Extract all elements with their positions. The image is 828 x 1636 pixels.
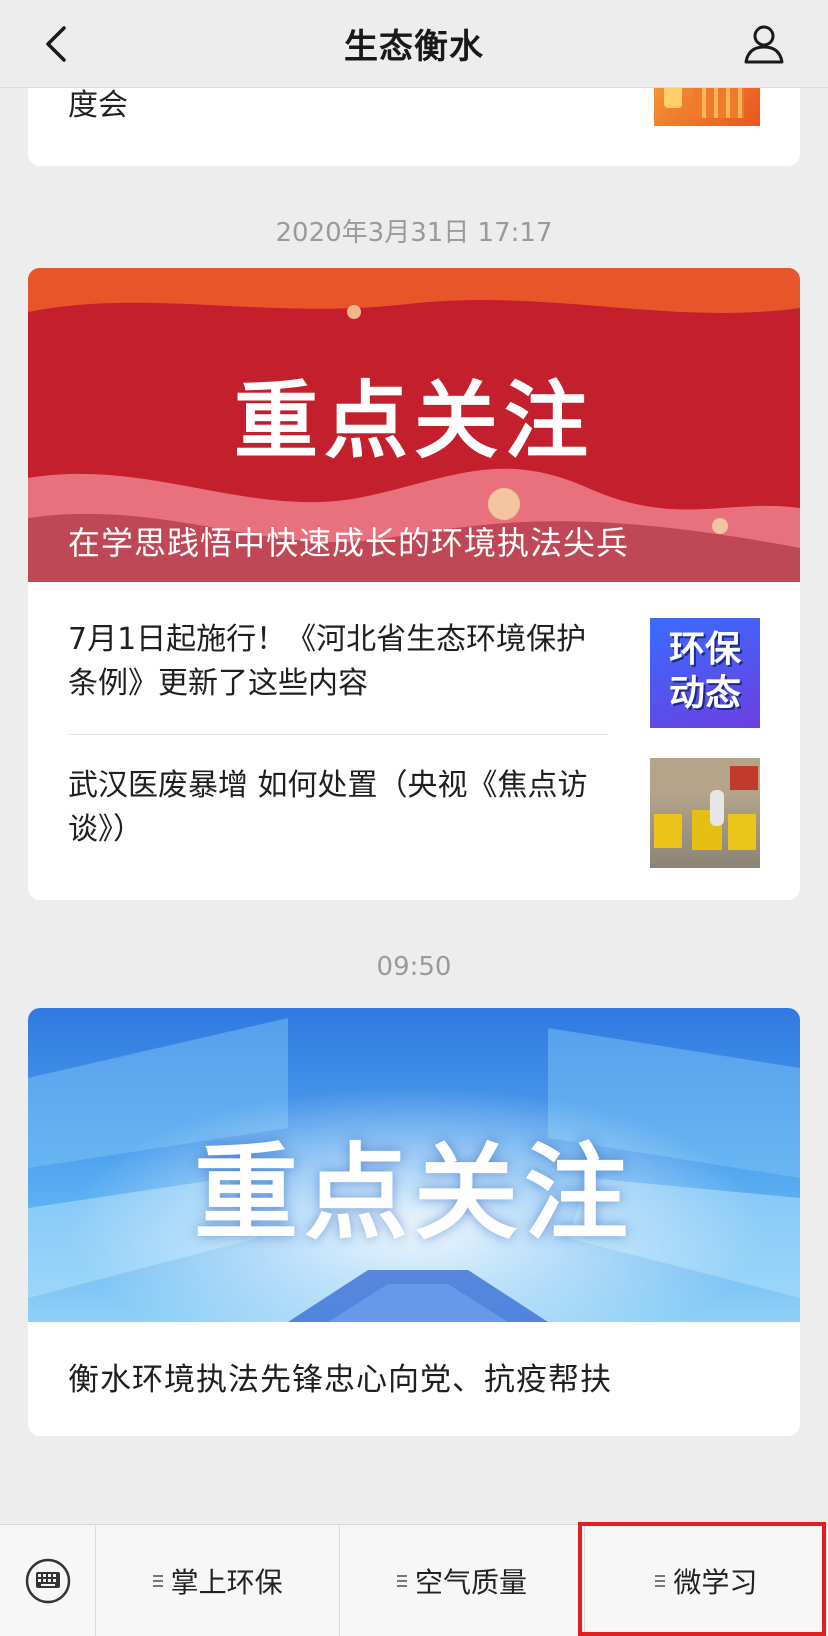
cover-article[interactable]: 重点关注 在学思践悟中快速成长的环境执法尖兵: [28, 268, 800, 582]
list-item-thumbnail: 环保 动态: [650, 618, 760, 728]
keyboard-toggle-icon[interactable]: [0, 1525, 96, 1636]
article-title: 衡水环境执法先锋忠心向党、抗疫帮扶: [68, 1362, 612, 1398]
top-nav-bar: 生态衡水: [0, 0, 828, 88]
divider: [68, 734, 608, 735]
article-group-card[interactable]: 重点关注 衡水环境执法先锋忠心向党、抗疫帮扶: [28, 1008, 800, 1436]
menu-lines-icon: [396, 1574, 407, 1587]
cover-banner-text: 重点关注: [193, 1132, 634, 1254]
timestamp: 09:50: [376, 952, 452, 982]
article-group-card: 重点关注 在学思践悟中快速成长的环境执法尖兵 7月1日起施行！《河北省生态环境保…: [28, 268, 800, 900]
list-item[interactable]: 武汉医废暴增 如何处置（央视《焦点访谈》）: [28, 738, 800, 890]
cover-banner-text: 重点关注: [233, 372, 594, 470]
thumbnail-text-line: 环保: [668, 629, 741, 670]
menu-lines-icon: [655, 1574, 666, 1587]
menu-item-label: 掌上环保: [170, 1565, 283, 1599]
list-item[interactable]: 7月1日起施行！《河北省生态环境保护条例》更新了这些内容 环保 动态: [28, 582, 800, 734]
profile-icon[interactable]: [740, 20, 788, 68]
list-item-title: 7月1日起施行！《河北省生态环境保护条例》更新了这些内容: [68, 622, 587, 701]
menu-item-micro-learning[interactable]: 微学习: [585, 1525, 828, 1636]
back-arrow-icon[interactable]: [36, 22, 80, 66]
cover-article[interactable]: 重点关注: [28, 1008, 800, 1322]
menu-item-label: 微学习: [673, 1565, 758, 1599]
thumbnail-text-line: 动态: [668, 673, 741, 714]
menu-item-label: 空气质量: [414, 1565, 527, 1599]
cover-caption: 在学思践悟中快速成长的环境执法尖兵: [68, 524, 630, 562]
bottom-menu-bar: 掌上环保 空气质量 微学习: [0, 1524, 828, 1636]
list-item-title: 武汉医废暴增 如何处置（央视《焦点访谈》）: [68, 768, 588, 847]
menu-lines-icon: [152, 1574, 163, 1587]
menu-item-air-quality[interactable]: 空气质量: [340, 1525, 585, 1636]
list-item-thumbnail: [650, 758, 760, 868]
page-title: 生态衡水: [344, 27, 484, 67]
menu-item-handheld-env[interactable]: 掌上环保: [96, 1525, 341, 1636]
timestamp: 2020年3月31日 17:17: [275, 218, 553, 248]
